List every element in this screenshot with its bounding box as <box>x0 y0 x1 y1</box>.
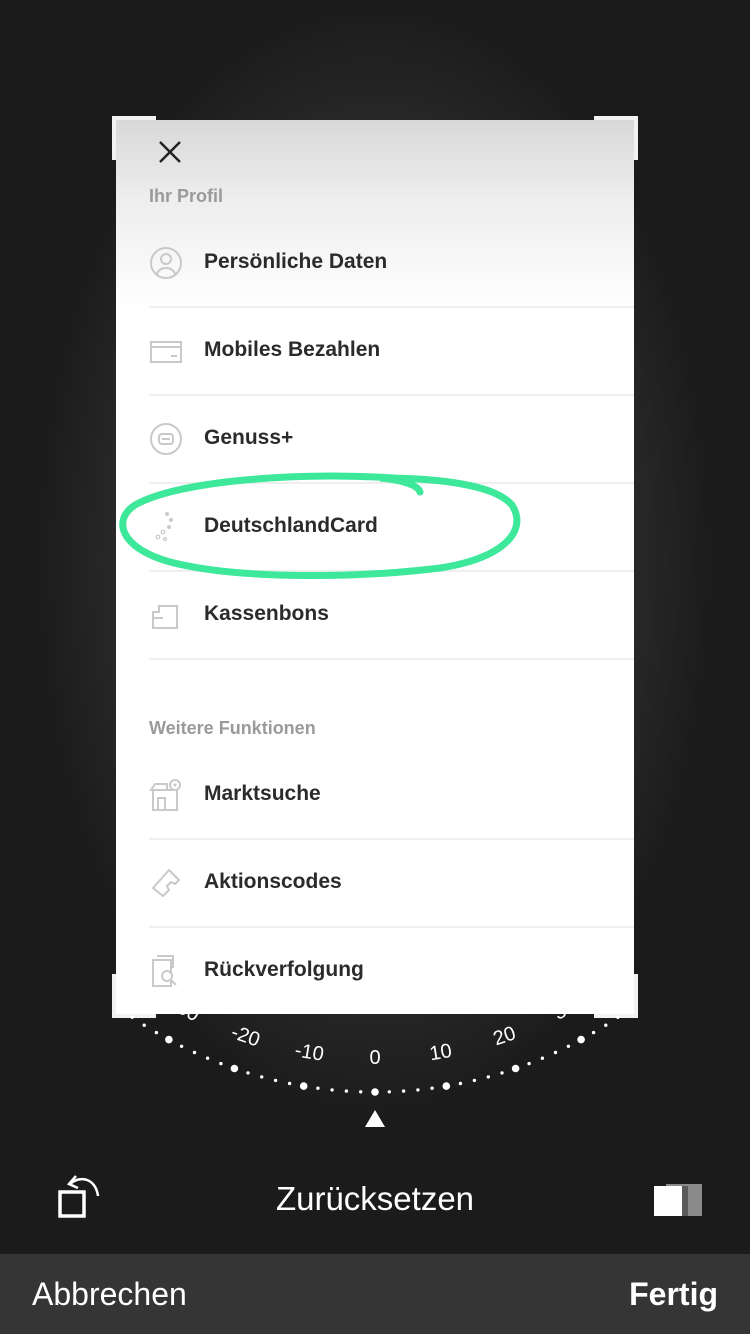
dial-dot <box>230 1064 239 1073</box>
dial-dot <box>359 1090 363 1094</box>
menu-item-label: Genuss+ <box>204 426 294 449</box>
menu-item-label: Marktsuche <box>204 782 321 805</box>
dial-dot <box>616 1015 620 1019</box>
dial-dot <box>219 1061 223 1066</box>
dial-dot <box>401 1089 406 1093</box>
dial-dot <box>604 1023 608 1027</box>
deutschlandcard-icon <box>155 512 173 542</box>
dial-dot <box>179 1044 184 1048</box>
dial-dot <box>527 1061 531 1066</box>
dial-tick-label: 0 <box>369 1047 380 1069</box>
dial-dot <box>387 1090 391 1094</box>
dial-dot <box>165 1035 173 1044</box>
dial-dot <box>299 1082 308 1090</box>
dial-dot <box>371 1088 379 1096</box>
dial-dot <box>130 1015 134 1019</box>
dial-dot <box>472 1078 477 1083</box>
close-icon <box>159 141 181 163</box>
dial-dot <box>577 1035 585 1044</box>
dial-dot <box>500 1071 504 1075</box>
dial-dot <box>260 1075 264 1079</box>
trace-search-icon <box>152 955 177 987</box>
dial-dot <box>591 1030 596 1035</box>
menu-item-persoenliche-daten: Persönliche Daten <box>149 220 634 308</box>
menu-item-label: Persönliche Daten <box>204 250 388 273</box>
menu-item-kassenbons: Kassenbons <box>149 572 634 660</box>
dial-dot <box>553 1050 558 1055</box>
card-icon <box>150 341 182 363</box>
dial-dot <box>486 1075 490 1079</box>
dial-dot <box>344 1089 349 1093</box>
bottom-bar: Abbrechen Fertig <box>0 1254 750 1334</box>
edit-toolbar: Zurücksetzen <box>0 1160 750 1254</box>
aspect-ratio-icon[interactable] <box>652 1180 704 1220</box>
dial-tick-label: -20 <box>228 1021 262 1051</box>
menu-item-marktsuche: Marktsuche <box>149 752 634 840</box>
dial-dot <box>330 1088 334 1092</box>
dial-tick-label: 20 <box>490 1022 518 1050</box>
menu-item-label: Mobiles Bezahlen <box>204 338 381 361</box>
dial-dot <box>287 1081 292 1086</box>
dial-dot <box>142 1023 146 1027</box>
screenshot-preview: Ihr Profil Persönliche Daten Mobiles Bez… <box>116 120 634 1014</box>
dial-dot <box>192 1050 197 1055</box>
person-icon <box>150 247 182 279</box>
menu-item-mobiles-bezahlen: Mobiles Bezahlen <box>149 308 634 396</box>
menu-item-label: Aktionscodes <box>204 870 342 893</box>
dial-tick-labels: -30 -20 -10 0 10 20 30 <box>167 993 580 1069</box>
menu-item-genuss: Genuss+ <box>149 396 634 484</box>
rotation-dial[interactable]: -30 -20 -10 0 10 20 30 <box>0 990 750 1140</box>
dial-dot <box>511 1064 520 1073</box>
dial-dot <box>566 1044 571 1048</box>
dial-dot <box>273 1078 278 1083</box>
section-title-profile: Ihr Profil <box>149 186 224 206</box>
dial-tick-label: -10 <box>293 1039 325 1065</box>
dial-dot <box>430 1086 434 1090</box>
dial-dot <box>416 1088 420 1092</box>
dial-dot <box>442 1082 451 1090</box>
menu-item-aktionscodes: Aktionscodes <box>149 840 634 928</box>
dial-tick-label: 10 <box>428 1040 454 1065</box>
dial-tick-label: 30 <box>550 995 580 1025</box>
genuss-icon <box>150 423 182 455</box>
menu-item-label: Kassenbons <box>204 602 329 625</box>
dial-dot <box>205 1056 210 1060</box>
store-location-icon <box>149 779 181 811</box>
done-button[interactable]: Fertig <box>629 1276 718 1313</box>
menu-item-label: Rückverfolgung <box>204 958 364 981</box>
dial-dot <box>246 1071 250 1075</box>
cancel-button[interactable]: Abbrechen <box>32 1276 187 1313</box>
ticket-icon <box>152 869 180 897</box>
dial-dot <box>316 1086 320 1090</box>
dial-dot <box>154 1030 159 1035</box>
menu-item-label: DeutschlandCard <box>204 514 378 537</box>
section-title-more: Weitere Funktionen <box>149 718 316 738</box>
dial-dot <box>540 1056 545 1060</box>
menu-item-deutschlandcard: DeutschlandCard <box>149 484 634 572</box>
dial-dot <box>458 1081 463 1086</box>
dial-tick-label: -30 <box>167 993 203 1026</box>
dial-indicator-icon <box>365 1110 385 1127</box>
receipt-icon <box>152 605 178 629</box>
reset-button[interactable]: Zurücksetzen <box>0 1180 750 1218</box>
